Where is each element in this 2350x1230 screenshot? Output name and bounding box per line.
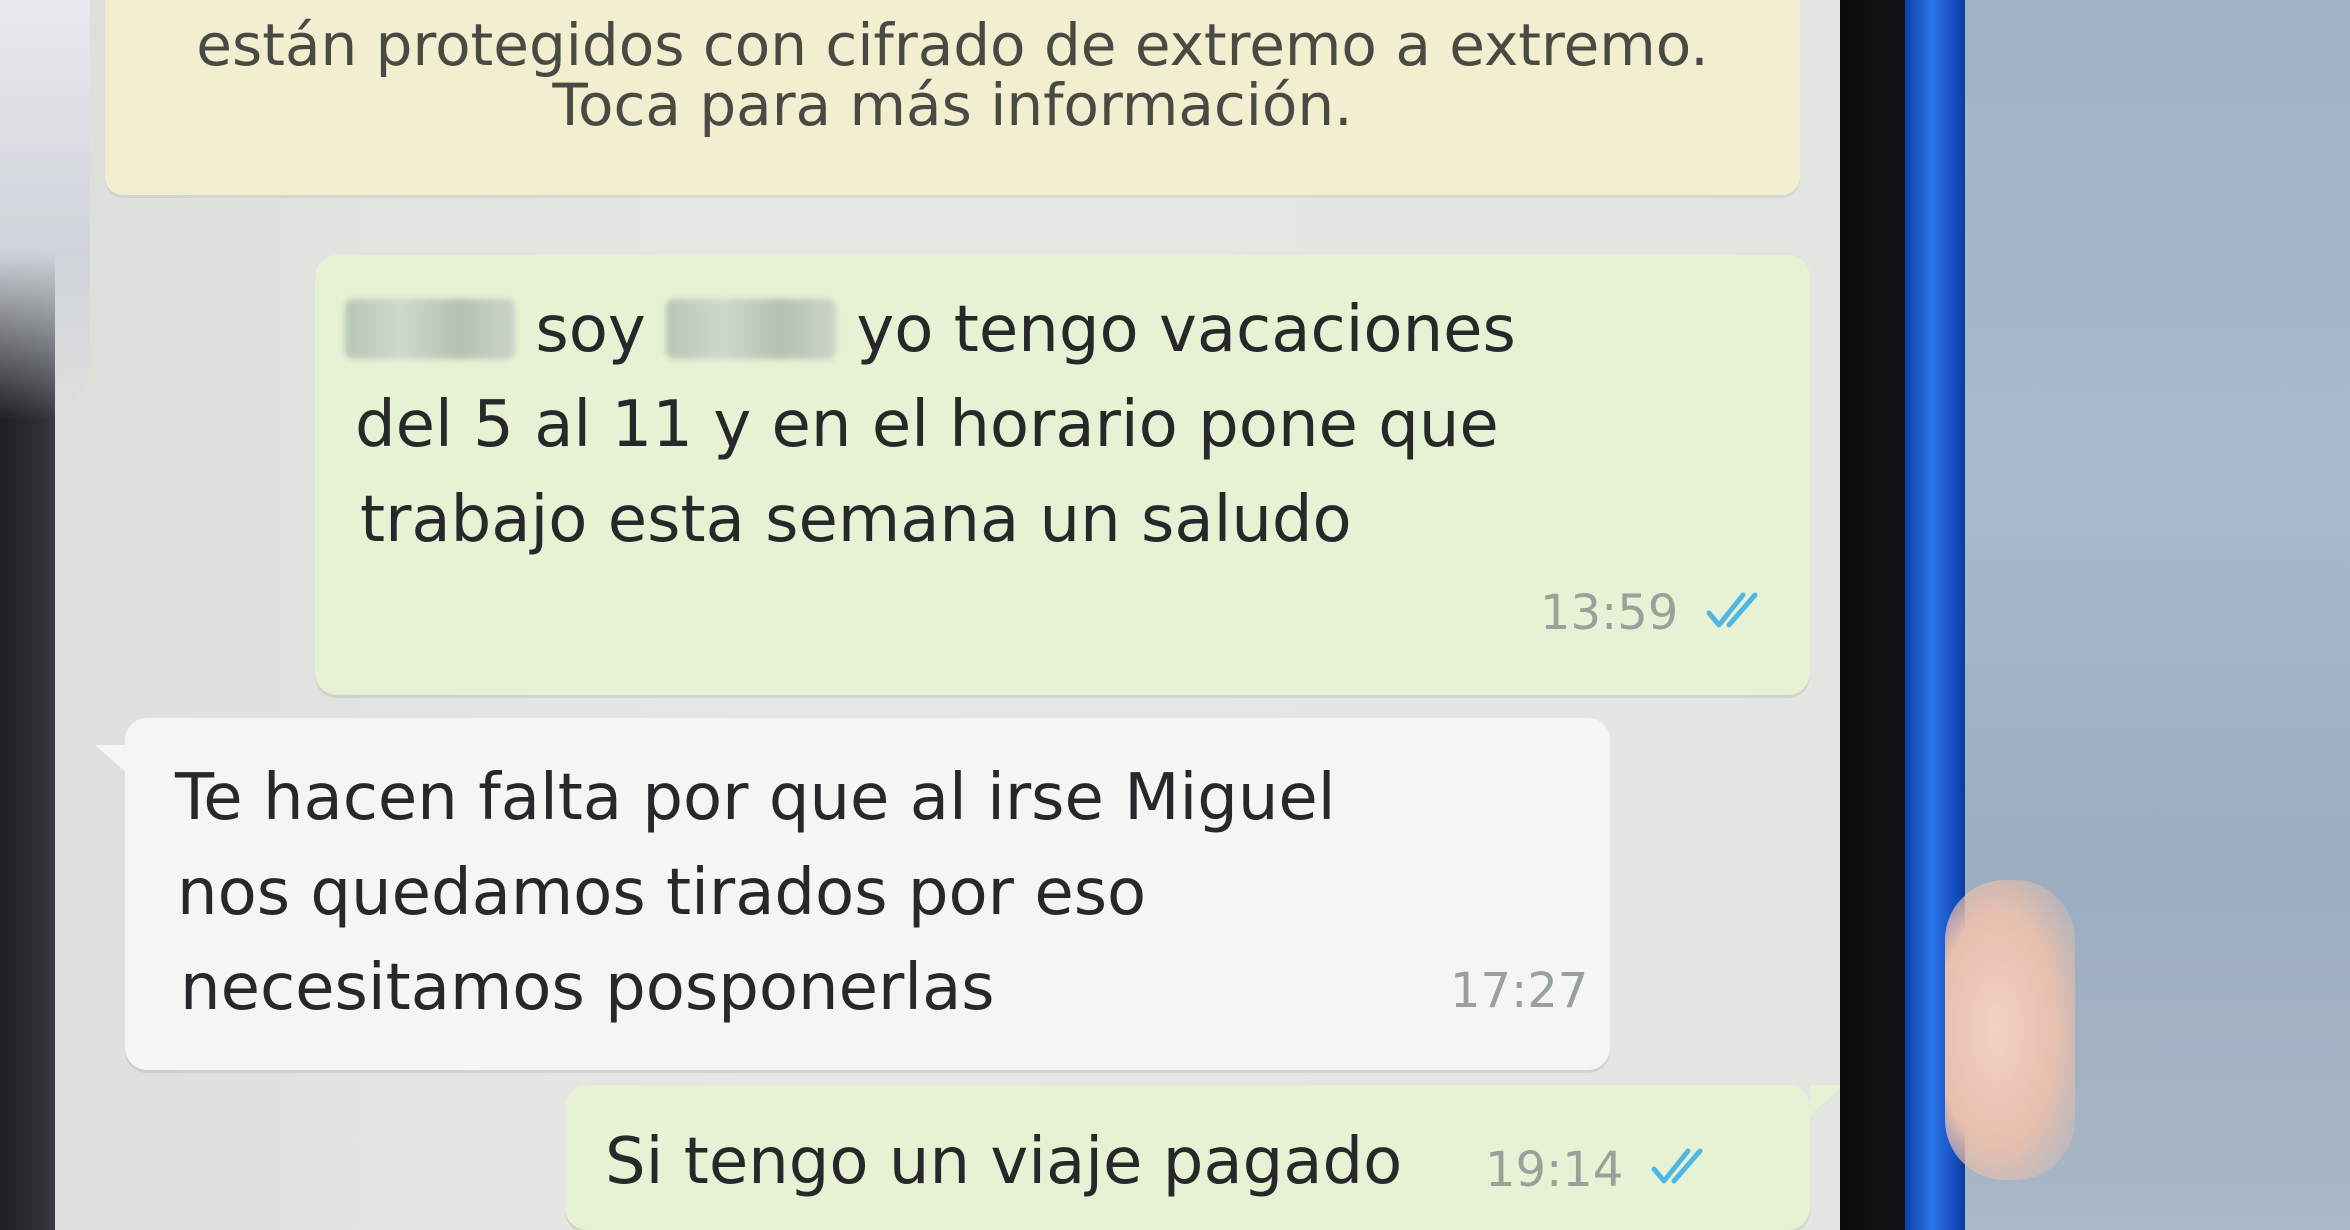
redacted-name [345, 299, 515, 359]
encryption-notice-line2: Toca para más información. [552, 71, 1353, 139]
chat-screen: están protegidos con cifrado de extremo … [55, 0, 1850, 1230]
message-time: 13:59 [1540, 585, 1679, 641]
redacted-name [666, 299, 837, 359]
message-text: yo tengo vacaciones [856, 293, 1516, 367]
light-glare [0, 0, 90, 420]
double-check-read-icon [1706, 592, 1758, 628]
message-line: Si tengo un viaje pagado [605, 1125, 1403, 1199]
message-bubble-outgoing[interactable]: Si tengo un viaje pagado 19:14 [565, 1085, 1810, 1230]
message-time: 17:27 [1450, 963, 1589, 1019]
message-time: 19:14 [1485, 1142, 1624, 1198]
bubble-tail [1810, 1085, 1844, 1115]
message-line: del 5 al 11 y en el horario pone que [355, 388, 1499, 462]
message-line: nos quedamos tirados por eso [177, 856, 1147, 930]
phone-bezel [1840, 0, 1910, 1230]
message-line: Te hacen falta por que al irse Miguel [175, 761, 1336, 835]
message-line: soy yo tengo vacaciones [345, 295, 1516, 365]
encryption-notice-line1: están protegidos con cifrado de extremo … [196, 11, 1709, 79]
message-text: soy [535, 293, 646, 367]
thumb [1945, 880, 2075, 1180]
bubble-tail [95, 745, 129, 775]
message-bubble-outgoing[interactable]: soy yo tengo vacaciones del 5 al 11 y en… [315, 255, 1810, 695]
double-check-read-icon [1651, 1148, 1703, 1184]
message-line: trabajo esta semana un saludo [360, 483, 1352, 557]
message-line: necesitamos posponerlas [180, 951, 995, 1025]
message-bubble-incoming[interactable]: Te hacen falta por que al irse Miguel no… [125, 718, 1610, 1070]
encryption-notice[interactable]: están protegidos con cifrado de extremo … [105, 0, 1800, 195]
